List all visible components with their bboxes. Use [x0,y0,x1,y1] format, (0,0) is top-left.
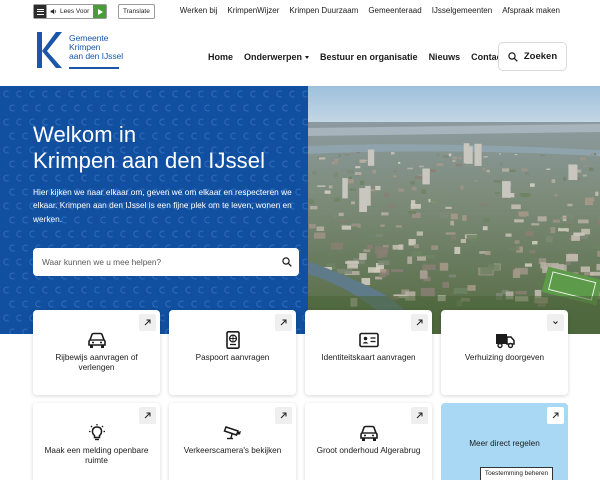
tile-label: Verhuizing doorgeven [464,353,545,362]
tile-algerabrug[interactable]: Groot onderhoud Algerabrug [305,403,432,480]
aerial-town-image [308,86,600,334]
play-icon[interactable] [93,5,107,18]
external-arrow-icon [411,314,428,331]
top-link-werken-bij[interactable]: Werken bij [180,6,218,15]
search-icon [508,51,518,62]
main-nav: Home Onderwerpen Bestuur en organisatie … [208,52,505,62]
nav-onderwerpen-label: Onderwerpen [244,52,303,62]
external-arrow-icon [547,407,564,424]
tile-label: Maak een melding openbare ruimte [44,446,149,465]
tile-paspoort[interactable]: Paspoort aanvragen [169,310,296,395]
logo-underline [69,67,119,69]
speaker-icon [50,8,56,15]
hero-search [33,248,299,276]
chevron-down-icon [547,314,564,331]
search-button-label: Zoeken [523,51,558,62]
tile-label: Verkeerscamera's bekijken [183,446,282,455]
top-link-ijsselgemeenten[interactable]: IJsselgemeenten [432,6,492,15]
hero-section: Welkom in Krimpen aan den IJssel Hier ki… [0,86,600,334]
hero-title: Welkom in Krimpen aan den IJssel [33,122,265,174]
menu-icon[interactable] [34,5,46,18]
top-link-krimpen-duurzaam[interactable]: Krimpen Duurzaam [289,6,358,15]
tile-identiteitskaart[interactable]: Identiteitskaart aanvragen [305,310,432,395]
top-link-krimpenwijzer[interactable]: KrimpenWijzer [227,6,279,15]
nav-home[interactable]: Home [208,52,233,62]
tile-verkeerscameras[interactable]: Verkeerscamera's bekijken [169,403,296,480]
readspeaker-widget[interactable]: Lees Voor [33,4,108,19]
tile-label: Meer direct regelen [469,439,540,448]
hero-title-line-1: Welkom in [33,122,137,147]
search-button[interactable]: Zoeken [498,42,567,71]
hero-intro-text: Hier kijken we naar elkaar om, geven we … [33,187,292,224]
read-aloud-button[interactable]: Lees Voor [46,5,93,18]
search-icon[interactable] [282,257,292,267]
utility-bar: Lees Voor Translate Werken bij KrimpenWi… [0,0,600,24]
camera-icon [223,426,241,440]
nav-bestuur[interactable]: Bestuur en organisatie [320,52,418,62]
consent-manage-button[interactable]: Toestemming beheren [480,467,553,480]
top-link-gemeenteraad[interactable]: Gemeenteraad [368,6,421,15]
top-links: Werken bij KrimpenWijzer Krimpen Duurzaa… [180,6,560,15]
logo-text: Gemeente Krimpen aan den IJssel [69,34,123,61]
external-arrow-icon [139,314,156,331]
truck-icon [496,334,515,349]
nav-nieuws[interactable]: Nieuws [429,52,461,62]
tile-label: Paspoort aanvragen [195,353,270,362]
id-card-icon [359,332,379,348]
tile-label: Rijbewijs aanvragen of verlengen [55,353,138,372]
passport-icon [226,331,240,349]
chevron-down-icon [305,55,310,59]
external-arrow-icon [411,407,428,424]
hero-aerial-photo [308,86,600,334]
logo-k-mark [37,32,62,68]
nav-onderwerpen[interactable]: Onderwerpen [244,52,310,62]
tile-label: Identiteitskaart aanvragen [321,353,416,362]
external-arrow-icon [275,407,292,424]
hero-search-input[interactable] [33,248,273,276]
tile-melding[interactable]: Maak een melding openbare ruimte [33,403,160,480]
read-aloud-label: Lees Voor [60,8,90,15]
external-arrow-icon [139,407,156,424]
car-icon [360,425,378,441]
hero-title-line-2: Krimpen aan den IJssel [33,148,266,173]
top-link-afspraak-maken[interactable]: Afspraak maken [502,6,560,15]
tile-verhuizing[interactable]: Verhuizing doorgeven [441,310,568,395]
tile-label: Groot onderhoud Algerabrug [316,446,421,455]
external-arrow-icon [275,314,292,331]
lightbulb-icon [89,424,105,441]
logo-line-3: aan den IJssel [69,51,124,61]
translate-button[interactable]: Translate [118,4,155,19]
site-header: Gemeente Krimpen aan den IJssel Home Ond… [0,24,600,86]
tile-rijbewijs[interactable]: Rijbewijs aanvragen of verlengen [33,310,160,395]
page: Lees Voor Translate Werken bij KrimpenWi… [0,0,600,480]
car-icon [88,332,106,348]
